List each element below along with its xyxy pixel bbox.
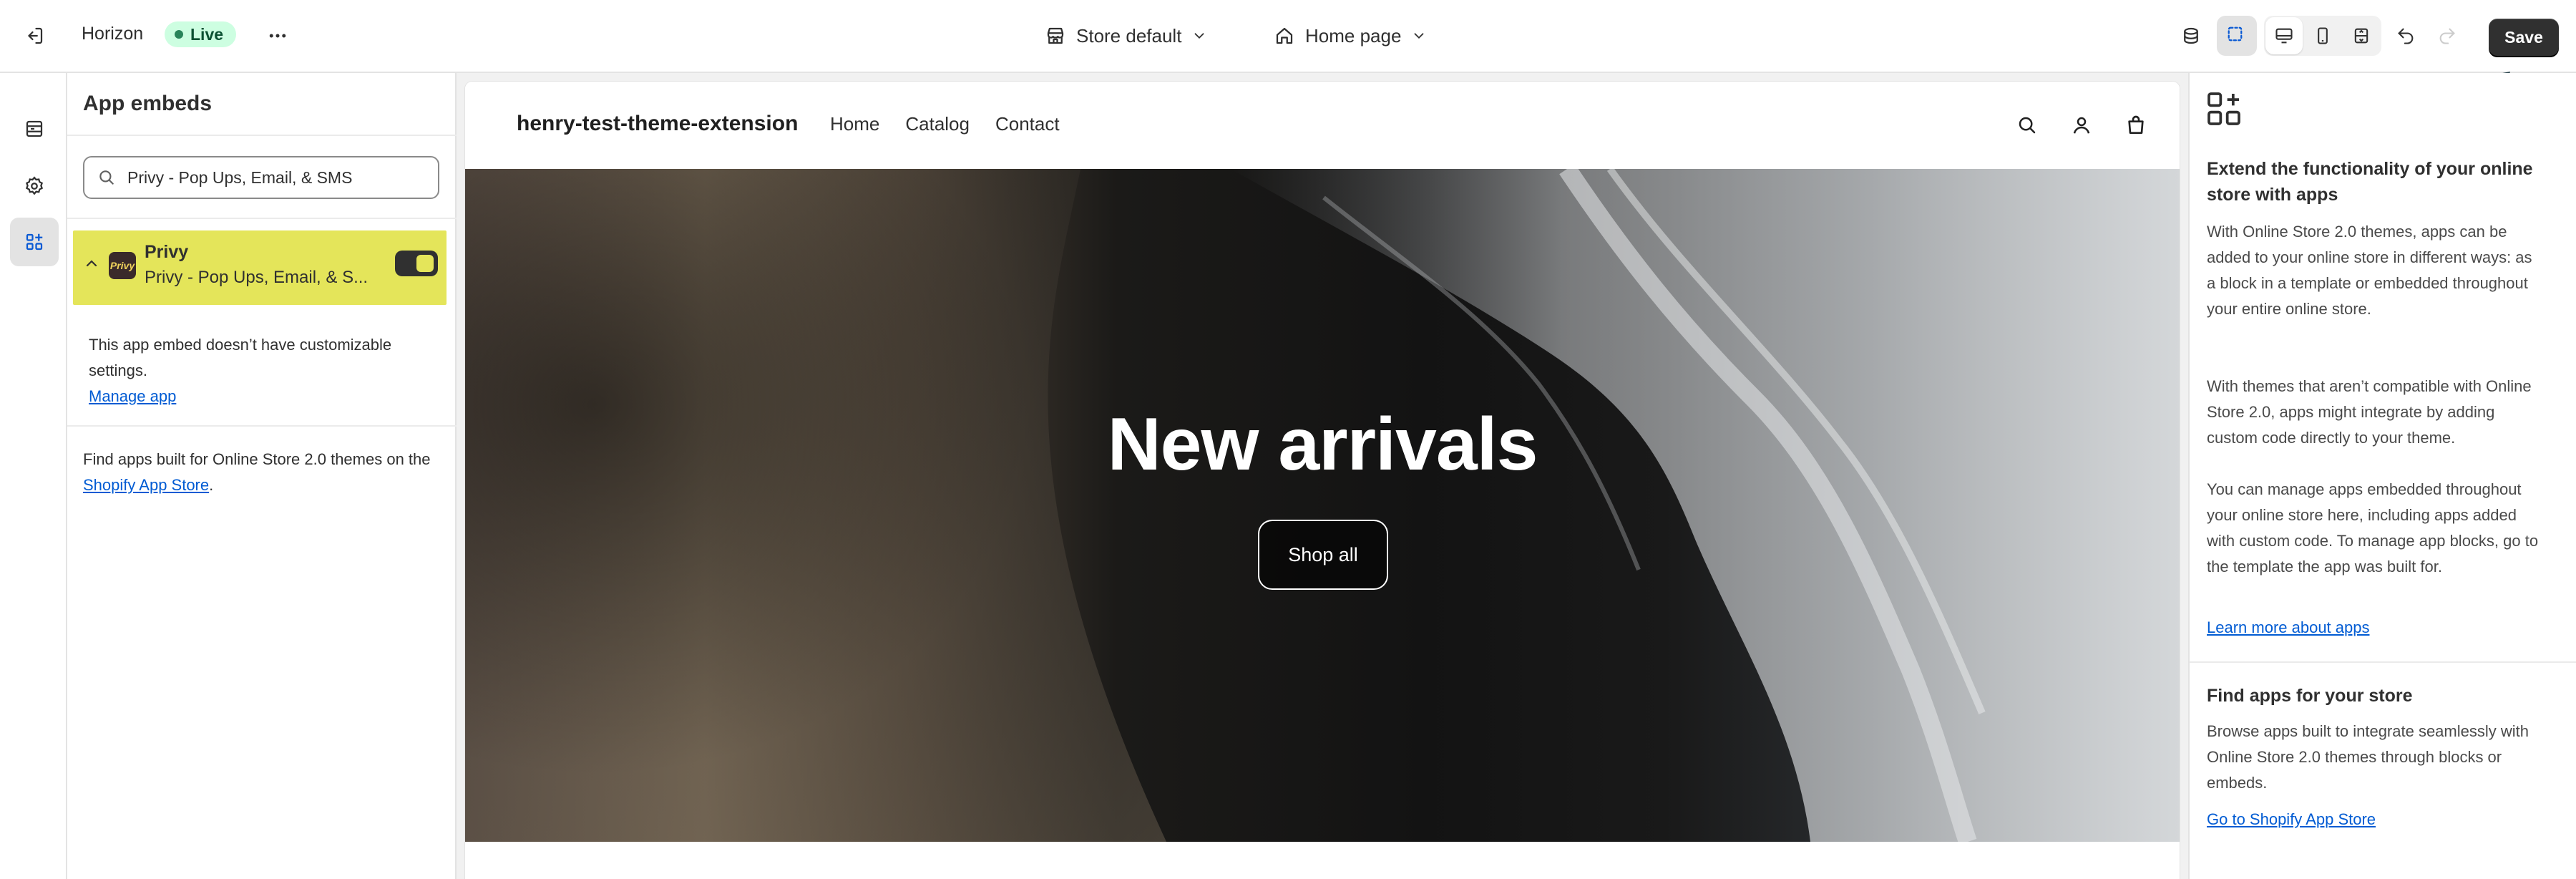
theme-name: Horizon xyxy=(82,24,144,44)
exit-icon xyxy=(24,25,45,47)
info-paragraph-1: With Online Store 2.0 themes, apps can b… xyxy=(2207,223,2532,318)
app-embeds-icon xyxy=(24,231,45,253)
search-icon[interactable] xyxy=(2012,110,2042,140)
apps-icon xyxy=(2204,89,2244,129)
live-dot xyxy=(175,30,183,39)
manage-app-link[interactable]: Manage app xyxy=(89,384,432,409)
inspector-icon xyxy=(2226,25,2248,47)
live-label: Live xyxy=(190,24,224,44)
store-selector[interactable]: Store default xyxy=(1038,19,1214,53)
save-button[interactable]: Save xyxy=(2489,19,2559,56)
settings-gear-icon xyxy=(24,175,45,197)
app-info-panel: Extend the functionality of your online … xyxy=(2188,73,2576,879)
more-icon xyxy=(267,25,288,47)
store-nav: Home Catalog Contact xyxy=(830,113,1060,135)
learn-more-link[interactable]: Learn more about apps xyxy=(2207,618,2370,637)
app-embeds-panel: App embeds Privy Privy Privy - Pop Ups, … xyxy=(67,73,457,879)
exit-button[interactable] xyxy=(14,16,54,56)
store-name[interactable]: henry-test-theme-extension xyxy=(517,112,798,136)
find-apps-text: Find apps built for Online Store 2.0 the… xyxy=(83,447,441,498)
shopify-app-store-link[interactable]: Shopify App Store xyxy=(83,476,209,494)
panel-title: App embeds xyxy=(83,92,213,115)
sidebar-item-sections[interactable] xyxy=(10,105,59,153)
nav-item-contact[interactable]: Contact xyxy=(995,113,1060,135)
inspector-toggle[interactable] xyxy=(2217,16,2257,56)
chevron-down-icon xyxy=(1411,28,1427,44)
search-icon xyxy=(97,168,116,187)
app-embed-note: This app embed doesn’t have customizable… xyxy=(89,332,432,409)
chevron-down-icon xyxy=(1191,28,1207,44)
store-preview: henry-test-theme-extension Home Catalog … xyxy=(465,82,2180,879)
app-search-input[interactable] xyxy=(127,167,428,188)
sidebar-item-app-embeds[interactable] xyxy=(10,218,59,266)
shop-all-button[interactable]: Shop all xyxy=(1258,520,1388,590)
nav-item-catalog[interactable]: Catalog xyxy=(905,113,970,135)
page-selector[interactable]: Home page xyxy=(1267,19,1434,53)
viewport-toggle-group xyxy=(2264,16,2381,56)
account-icon[interactable] xyxy=(2067,110,2097,140)
nav-item-home[interactable]: Home xyxy=(830,113,879,135)
fullscreen-view-button[interactable] xyxy=(2343,17,2380,54)
hero-banner[interactable]: New arrivals Shop all xyxy=(465,169,2180,842)
redo-button[interactable] xyxy=(2427,16,2467,56)
divider xyxy=(67,135,457,136)
sidebar-item-theme-settings[interactable] xyxy=(10,162,59,210)
toggle-knob xyxy=(416,255,434,272)
find-apps-description: Browse apps built to integrate seamlessl… xyxy=(2207,722,2529,792)
info-paragraph-3: You can manage apps embedded throughout … xyxy=(2207,480,2539,576)
app-note-text: This app embed doesn’t have customizable… xyxy=(89,336,392,379)
editor-topbar: Horizon Live Store default Home page Sav… xyxy=(0,0,2576,73)
live-status-badge: Live xyxy=(165,21,237,47)
find-apps-prefix: Find apps built for Online Store 2.0 the… xyxy=(83,450,431,468)
store-header-icons xyxy=(2012,110,2151,140)
info-paragraph-2: With themes that aren’t compatible with … xyxy=(2207,377,2532,447)
cart-icon[interactable] xyxy=(2121,110,2151,140)
app-name: Privy xyxy=(145,242,189,262)
store-header: henry-test-theme-extension Home Catalog … xyxy=(465,82,2180,169)
home-icon xyxy=(1274,25,1295,47)
info-heading: Extend the functionality of your online … xyxy=(2207,159,2533,205)
more-actions-button[interactable] xyxy=(258,16,298,56)
hero-title: New arrivals xyxy=(1107,403,1538,486)
go-to-app-store-link[interactable]: Go to Shopify App Store xyxy=(2207,810,2376,829)
redo-icon xyxy=(2437,26,2457,46)
chevron-up-icon[interactable] xyxy=(83,255,100,272)
fullscreen-icon xyxy=(2351,26,2371,46)
desktop-view-button[interactable] xyxy=(2265,17,2303,54)
app-subtitle: Privy - Pop Ups, Email, & S... xyxy=(145,268,369,287)
find-apps-heading: Find apps for your store xyxy=(2207,686,2413,706)
database-icon xyxy=(2180,25,2202,47)
app-embed-toggle[interactable] xyxy=(395,251,438,276)
store-theme-button[interactable] xyxy=(2171,16,2211,56)
desktop-icon xyxy=(2274,26,2294,46)
divider xyxy=(67,218,457,219)
undo-icon xyxy=(2396,26,2416,46)
mobile-view-button[interactable] xyxy=(2304,17,2341,54)
app-search-field xyxy=(83,156,439,199)
mobile-icon xyxy=(2313,26,2333,46)
store-icon xyxy=(1045,25,1066,47)
app-embed-row-privy[interactable]: Privy Privy Privy - Pop Ups, Email, & S.… xyxy=(73,230,447,305)
page-selector-label: Home page xyxy=(1305,24,1402,47)
store-selector-label: Store default xyxy=(1076,24,1182,47)
find-apps-suffix: . xyxy=(209,476,214,494)
divider xyxy=(67,425,457,427)
sections-icon xyxy=(24,118,45,140)
privy-logo: Privy xyxy=(109,252,136,279)
editor-sidebar-rail xyxy=(0,73,67,879)
divider xyxy=(2190,661,2576,663)
undo-button[interactable] xyxy=(2386,16,2426,56)
hero-beach-image xyxy=(465,169,2180,842)
